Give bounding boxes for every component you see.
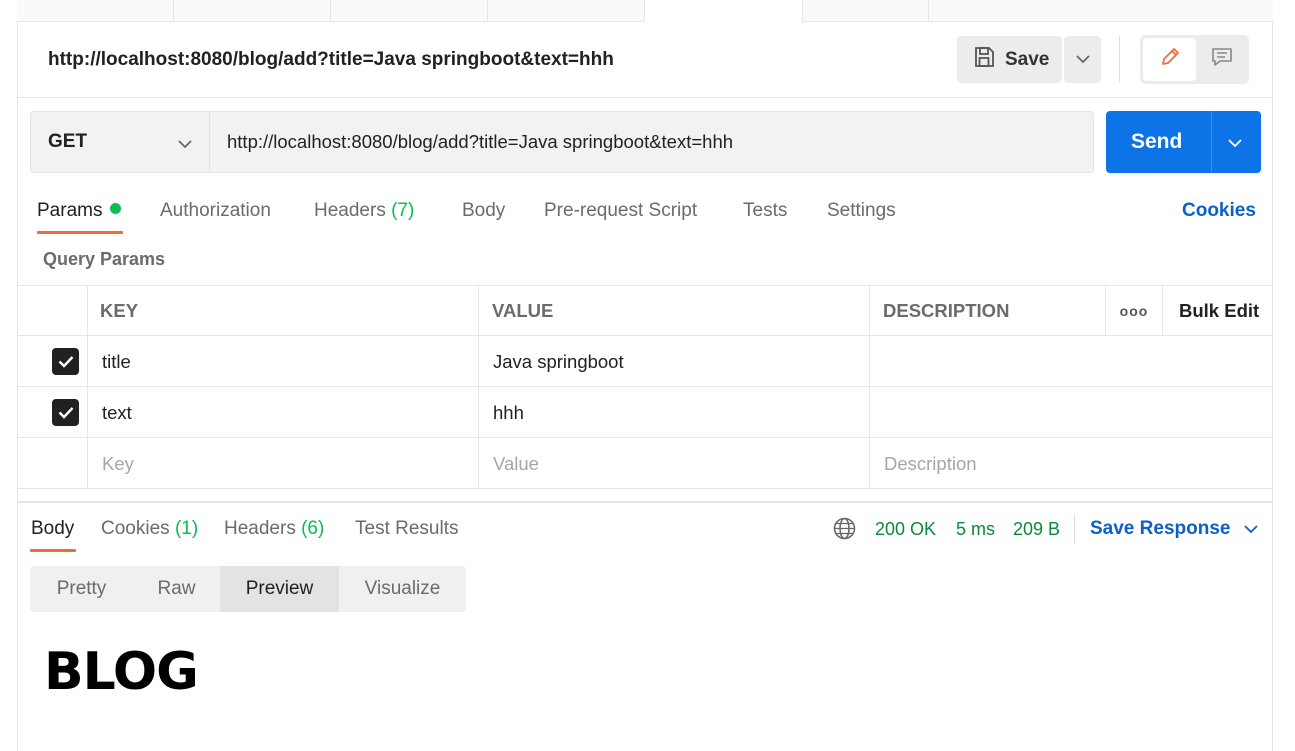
request-tab-active[interactable] <box>645 0 803 23</box>
table-row: title Java springboot <box>17 336 1273 387</box>
active-tab-underline <box>30 549 76 552</box>
response-tab-test-results[interactable]: Test Results <box>355 518 458 540</box>
request-tab-strip <box>17 0 1273 23</box>
preview-heading: BLOG <box>44 642 199 702</box>
table-row-new: Key Value Description <box>17 438 1273 489</box>
request-tab[interactable] <box>803 0 929 22</box>
row-checkbox-cell <box>17 438 88 489</box>
headers-count: (7) <box>391 200 415 221</box>
view-mode-toggle <box>1140 35 1249 84</box>
row-checkbox-cell <box>17 387 88 438</box>
response-cookies-count: (1) <box>174 518 199 539</box>
response-tab-cookies[interactable]: Cookies (1) <box>101 518 198 540</box>
table-header-row: KEY VALUE DESCRIPTION ooo Bulk Edit <box>17 285 1273 336</box>
send-button[interactable]: Send <box>1106 111 1261 173</box>
send-label: Send <box>1131 130 1183 153</box>
method-select[interactable]: GET <box>31 112 210 172</box>
row-checkbox-cell <box>17 336 88 387</box>
param-value[interactable]: Java springboot <box>479 336 870 387</box>
tab-headers-label: Headers <box>314 200 386 221</box>
param-key[interactable]: text <box>88 387 479 438</box>
response-tab-body[interactable]: Body <box>31 518 74 540</box>
pencil-icon <box>1159 46 1181 73</box>
view-visualize[interactable]: Visualize <box>339 566 466 612</box>
response-size[interactable]: 209 B <box>1013 519 1060 540</box>
description-column-header: DESCRIPTION <box>870 285 1106 336</box>
chevron-down-icon <box>1075 51 1090 69</box>
comment-icon <box>1211 46 1233 73</box>
divider <box>1119 36 1120 83</box>
checkmark-icon <box>58 407 73 419</box>
query-params-title: Query Params <box>43 249 166 269</box>
more-options-button[interactable]: ooo <box>1106 285 1163 336</box>
response-divider[interactable] <box>17 501 1273 503</box>
key-column-header: KEY <box>88 285 479 336</box>
tab-prerequest-script[interactable]: Pre-request Script <box>544 200 697 222</box>
chevron-down-icon <box>178 136 192 154</box>
divider <box>1074 514 1075 544</box>
chevron-down-icon[interactable] <box>1228 135 1242 153</box>
row-checkbox[interactable] <box>52 348 79 375</box>
chevron-down-icon <box>1244 518 1258 539</box>
active-tab-underline <box>37 231 123 234</box>
divider <box>17 97 1273 98</box>
tab-params-label: Params <box>37 200 103 221</box>
save-response-button[interactable]: Save Response <box>1090 518 1258 540</box>
tab-settings[interactable]: Settings <box>827 200 896 222</box>
save-options-button[interactable] <box>1064 36 1101 83</box>
response-view-selector: Pretty Raw Preview Visualize <box>30 566 466 612</box>
row-checkbox[interactable] <box>52 399 79 426</box>
key-placeholder-input[interactable]: Key <box>88 438 479 489</box>
request-tab[interactable] <box>17 0 174 22</box>
request-tab[interactable] <box>174 0 331 22</box>
tab-headers[interactable]: Headers (7) <box>314 200 414 222</box>
response-headers-label: Headers <box>224 518 296 539</box>
request-tab[interactable] <box>331 0 488 22</box>
bulk-edit-button[interactable]: Bulk Edit <box>1163 285 1273 336</box>
save-button[interactable]: Save <box>957 36 1062 83</box>
tab-authorization[interactable]: Authorization <box>160 200 271 222</box>
checkbox-column-header <box>17 285 88 336</box>
status-code[interactable]: 200 OK <box>875 519 936 540</box>
save-label: Save <box>1005 48 1050 70</box>
param-description[interactable] <box>870 387 1273 438</box>
checkmark-icon <box>58 356 73 368</box>
floppy-disk-icon <box>973 46 995 73</box>
divider <box>1211 111 1212 173</box>
tab-body[interactable]: Body <box>462 200 505 222</box>
view-pretty[interactable]: Pretty <box>30 566 133 612</box>
param-description[interactable] <box>870 336 1273 387</box>
url-input[interactable]: http://localhost:8080/blog/add?title=Jav… <box>227 131 733 153</box>
description-placeholder-input[interactable]: Description <box>870 438 1273 489</box>
save-response-label: Save Response <box>1090 518 1231 539</box>
response-cookies-label: Cookies <box>101 518 170 539</box>
globe-icon[interactable] <box>833 517 856 545</box>
value-placeholder-input[interactable]: Value <box>479 438 870 489</box>
method-label: GET <box>48 131 88 152</box>
params-active-dot <box>110 203 122 214</box>
comment-mode-button[interactable] <box>1198 38 1246 81</box>
param-key[interactable]: title <box>88 336 479 387</box>
response-tab-headers[interactable]: Headers (6) <box>224 518 324 540</box>
request-tab[interactable] <box>488 0 645 22</box>
request-name[interactable]: http://localhost:8080/blog/add?title=Jav… <box>48 49 614 71</box>
response-time[interactable]: 5 ms <box>956 519 995 540</box>
url-bar: GET http://localhost:8080/blog/add?title… <box>30 111 1094 173</box>
response-headers-count: (6) <box>301 518 325 539</box>
param-value[interactable]: hhh <box>479 387 870 438</box>
view-preview[interactable]: Preview <box>220 566 339 612</box>
view-raw[interactable]: Raw <box>133 566 220 612</box>
edit-mode-button[interactable] <box>1143 38 1196 81</box>
table-row: text hhh <box>17 387 1273 438</box>
value-column-header: VALUE <box>479 285 870 336</box>
cookies-link[interactable]: Cookies <box>1182 200 1256 222</box>
tab-params[interactable]: Params <box>37 200 122 222</box>
tab-tests[interactable]: Tests <box>743 200 787 222</box>
